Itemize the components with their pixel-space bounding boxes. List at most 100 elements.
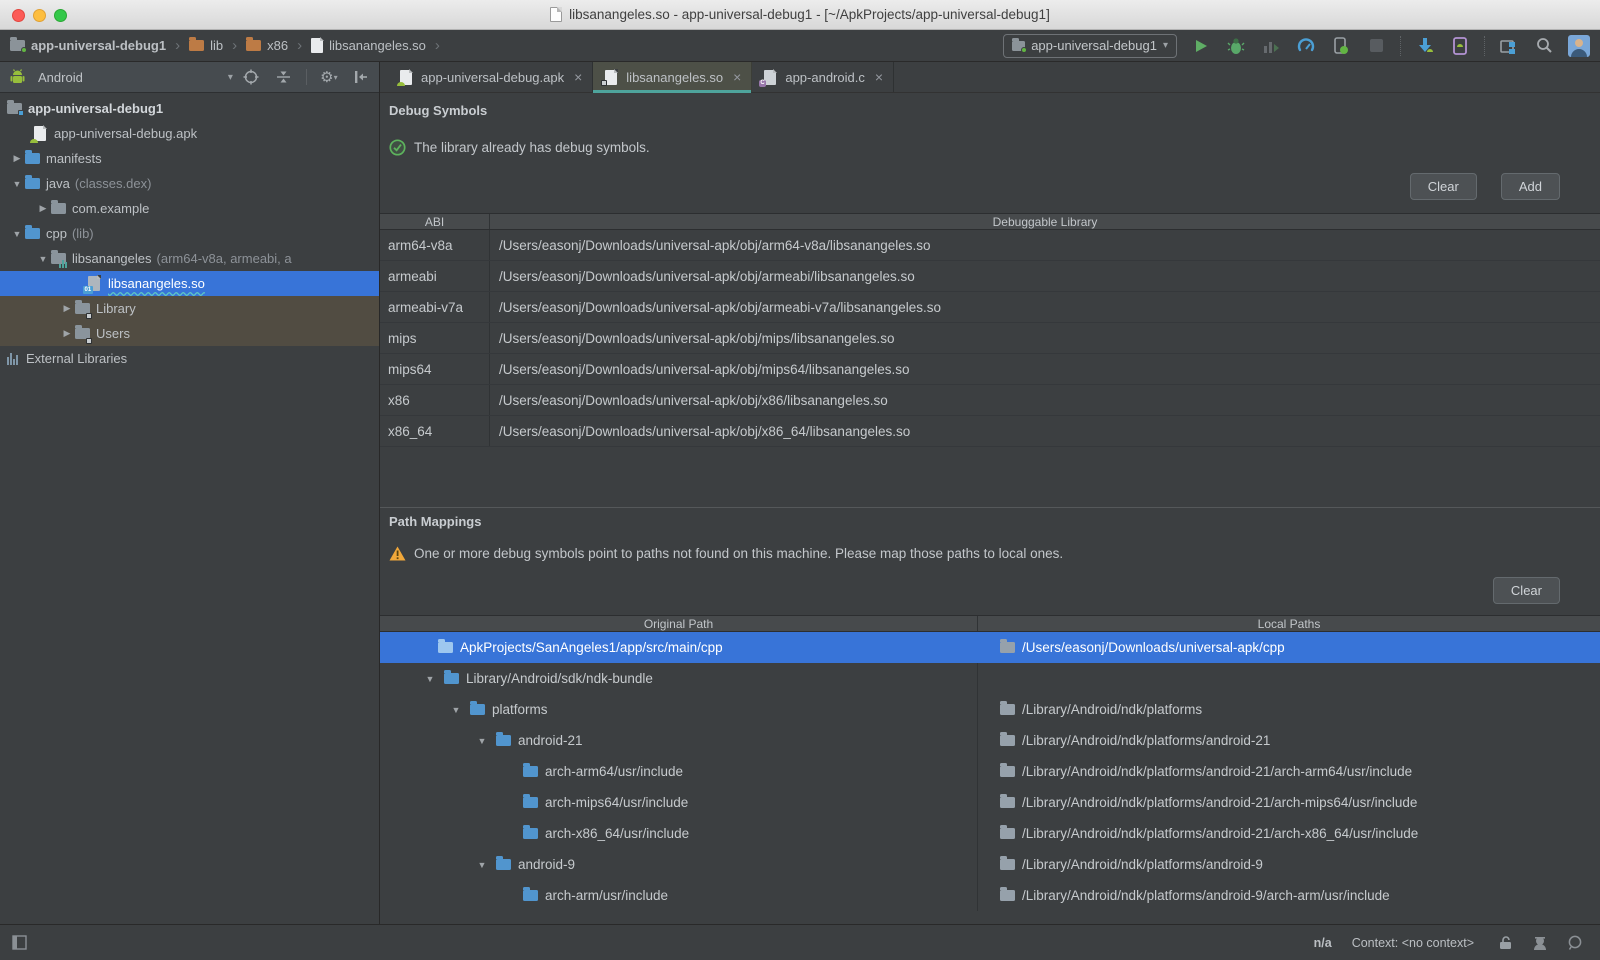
tree-item-cpp[interactable]: ▼ cpp (lib) bbox=[0, 221, 379, 246]
folder-icon bbox=[496, 859, 511, 870]
collapse-arrow-icon[interactable]: ▼ bbox=[475, 860, 489, 870]
tree-item-libsanangeles-so-selected[interactable]: 01 libsanangeles.so bbox=[0, 271, 379, 296]
hide-panel-icon[interactable] bbox=[351, 66, 373, 88]
original-path-cell: platforms bbox=[492, 702, 548, 717]
mapping-row[interactable]: ▼ platforms /Library/Android/ndk/platform… bbox=[380, 694, 1600, 725]
navigation-bar: app-universal-debug1 › lib › x86 › libsa… bbox=[0, 30, 1600, 62]
collapse-all-icon[interactable] bbox=[273, 66, 295, 88]
tree-item-manifests[interactable]: ▶ manifests bbox=[0, 146, 379, 171]
user-avatar[interactable] bbox=[1568, 35, 1590, 57]
debug-symbols-title: Debug Symbols bbox=[389, 103, 1600, 118]
tab-app-universal-debug-apk[interactable]: app-universal-debug.apk × bbox=[388, 62, 593, 92]
tree-item-project-root[interactable]: app-universal-debug1 bbox=[0, 96, 379, 121]
chevron-down-icon[interactable]: ▾ bbox=[228, 72, 233, 83]
tree-item-users[interactable]: ▶ Users bbox=[0, 321, 379, 346]
collapse-arrow-icon[interactable]: ▼ bbox=[10, 179, 24, 189]
column-header-debuggable-library[interactable]: Debuggable Library bbox=[490, 214, 1600, 229]
add-button[interactable]: Add bbox=[1501, 173, 1560, 200]
path-mappings-table: Original Path Local Paths ApkProjects/Sa… bbox=[380, 615, 1600, 911]
mapping-row[interactable]: ▼Library/Android/sdk/ndk-bundle bbox=[380, 663, 1600, 694]
minimize-window-button[interactable] bbox=[33, 9, 46, 22]
collapse-arrow-icon[interactable]: ▼ bbox=[423, 674, 437, 684]
tree-item-external-libraries[interactable]: External Libraries bbox=[0, 346, 379, 371]
attach-debugger-to-android-process-button[interactable] bbox=[1330, 35, 1352, 57]
expand-arrow-icon[interactable]: ▶ bbox=[60, 303, 74, 314]
settings-gear-icon[interactable]: ⚙▾ bbox=[318, 66, 340, 88]
sdk-manager-button[interactable] bbox=[1414, 35, 1436, 57]
project-structure-button[interactable] bbox=[1498, 35, 1520, 57]
avd-manager-button[interactable] bbox=[1449, 35, 1471, 57]
run-configuration-selector[interactable]: app-universal-debug1 ▾ bbox=[1003, 34, 1177, 58]
android-profiler-button[interactable] bbox=[1295, 35, 1317, 57]
table-row[interactable]: armeabi/Users/easonj/Downloads/universal… bbox=[380, 261, 1600, 292]
c-file-icon: C bbox=[762, 69, 778, 85]
clear-mappings-button[interactable]: Clear bbox=[1493, 577, 1560, 604]
table-row[interactable]: x86/Users/easonj/Downloads/universal-apk… bbox=[380, 385, 1600, 416]
table-row[interactable]: arm64-v8a/Users/easonj/Downloads/univers… bbox=[380, 230, 1600, 261]
project-view-header: Android ▾ ⚙▾ bbox=[0, 62, 379, 93]
mapping-row[interactable]: arch-arm64/usr/include /Library/Android/… bbox=[380, 756, 1600, 787]
tree-item-library[interactable]: ▶ Library bbox=[0, 296, 379, 321]
inspections-hector-icon[interactable] bbox=[1529, 932, 1551, 954]
mapping-row[interactable]: ▼android-9 /Library/Android/ndk/platform… bbox=[380, 849, 1600, 880]
collapse-arrow-icon[interactable]: ▼ bbox=[10, 229, 24, 239]
table-row[interactable]: mips/Users/easonj/Downloads/universal-ap… bbox=[380, 323, 1600, 354]
folder-icon bbox=[1000, 642, 1015, 653]
toggle-toolwindows-icon[interactable] bbox=[8, 932, 30, 954]
stop-button[interactable] bbox=[1365, 35, 1387, 57]
breadcrumb-item-x86[interactable]: x86 bbox=[244, 38, 290, 53]
breadcrumb: app-universal-debug1 › lib › x86 › libsa… bbox=[8, 38, 442, 53]
close-icon[interactable]: × bbox=[875, 70, 883, 84]
expand-arrow-icon[interactable]: ▶ bbox=[60, 328, 74, 339]
close-icon[interactable]: × bbox=[574, 70, 582, 84]
local-path-cell: /Library/Android/ndk/platforms bbox=[1022, 702, 1202, 717]
apk-file-icon bbox=[32, 126, 48, 142]
breadcrumb-label: lib bbox=[210, 38, 223, 53]
tab-app-android-c[interactable]: C app-android.c × bbox=[752, 62, 894, 92]
expand-arrow-icon[interactable]: ▶ bbox=[10, 153, 24, 164]
run-button[interactable] bbox=[1190, 35, 1212, 57]
mapping-row-selected[interactable]: ApkProjects/SanAngeles1/app/src/main/cpp… bbox=[380, 632, 1600, 663]
tree-item-apk-file[interactable]: app-universal-debug.apk bbox=[0, 121, 379, 146]
debug-button[interactable] bbox=[1225, 35, 1247, 57]
column-header-local-paths[interactable]: Local Paths bbox=[978, 616, 1600, 631]
close-window-button[interactable] bbox=[12, 9, 25, 22]
mapping-row[interactable]: arch-mips64/usr/include /Library/Android… bbox=[380, 787, 1600, 818]
project-view-selector[interactable]: Android bbox=[38, 70, 83, 85]
tree-item-com-example[interactable]: ▶ com.example bbox=[0, 196, 379, 221]
collapse-arrow-icon[interactable]: ▼ bbox=[475, 736, 489, 746]
search-everywhere-button[interactable] bbox=[1533, 35, 1555, 57]
close-icon[interactable]: × bbox=[733, 70, 741, 84]
tree-item-java[interactable]: ▼ java (classes.dex) bbox=[0, 171, 379, 196]
table-row[interactable]: mips64/Users/easonj/Downloads/universal-… bbox=[380, 354, 1600, 385]
context-widget[interactable]: Context: <no context> bbox=[1352, 936, 1474, 950]
unlock-icon[interactable] bbox=[1494, 932, 1516, 954]
expand-arrow-icon[interactable]: ▶ bbox=[36, 203, 50, 214]
zoom-window-button[interactable] bbox=[54, 9, 67, 22]
local-path-cell: /Library/Android/ndk/platforms/android-2… bbox=[1022, 795, 1417, 810]
original-path-cell: arch-x86_64/usr/include bbox=[545, 826, 689, 841]
collapse-arrow-icon[interactable]: ▼ bbox=[36, 254, 50, 264]
module-folder-icon bbox=[10, 40, 25, 51]
local-path-cell: /Library/Android/ndk/platforms/android-2… bbox=[1022, 826, 1418, 841]
module-folder-icon bbox=[1012, 41, 1025, 51]
window-title: libsanangeles.so - app-universal-debug1 … bbox=[569, 7, 1050, 22]
table-row[interactable]: x86_64/Users/easonj/Downloads/universal-… bbox=[380, 416, 1600, 447]
collapse-arrow-icon[interactable]: ▼ bbox=[449, 705, 463, 715]
column-header-abi[interactable]: ABI bbox=[380, 214, 490, 229]
mapping-row[interactable]: arch-arm/usr/include /Library/Android/nd… bbox=[380, 880, 1600, 911]
breadcrumb-item-module[interactable]: app-universal-debug1 bbox=[8, 38, 168, 53]
clear-button[interactable]: Clear bbox=[1410, 173, 1477, 200]
locate-file-icon[interactable] bbox=[240, 66, 262, 88]
column-header-original-path[interactable]: Original Path bbox=[380, 616, 978, 631]
event-log-bubble-icon[interactable] bbox=[1564, 932, 1586, 954]
original-path-cell: android-9 bbox=[518, 857, 575, 872]
tab-libsanangeles-so[interactable]: libsanangeles.so × bbox=[593, 62, 752, 92]
mapping-row[interactable]: ▼android-21 /Library/Android/ndk/platfor… bbox=[380, 725, 1600, 756]
table-row[interactable]: armeabi-v7a/Users/easonj/Downloads/unive… bbox=[380, 292, 1600, 323]
profile-button[interactable] bbox=[1260, 35, 1282, 57]
tree-item-libsanangeles[interactable]: ▼ libsanangeles (arm64-v8a, armeabi, a bbox=[0, 246, 379, 271]
breadcrumb-item-lib[interactable]: lib bbox=[187, 38, 225, 53]
breadcrumb-item-file[interactable]: libsanangeles.so bbox=[309, 38, 428, 53]
mapping-row[interactable]: arch-x86_64/usr/include /Library/Android… bbox=[380, 818, 1600, 849]
